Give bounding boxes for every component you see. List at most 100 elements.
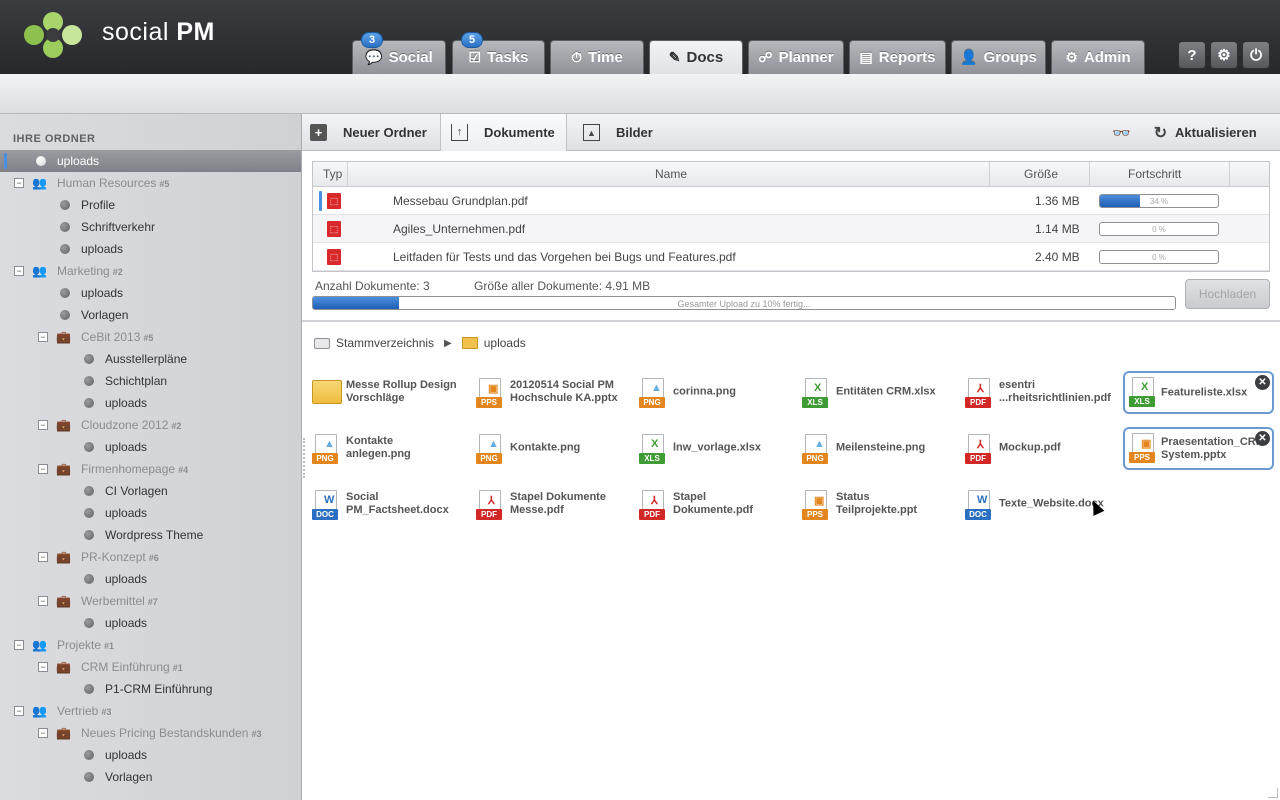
file-item[interactable]: ▣ PPS Praesentation_CRM-System.pptx ✕ [1123, 427, 1274, 470]
sidebar-item[interactable]: Schriftverkehr [0, 216, 301, 238]
sidebar-item[interactable]: Profile [0, 194, 301, 216]
sidebar-item[interactable]: uploads [0, 744, 301, 766]
sidebar-item[interactable]: − 💼 Neues Pricing Bestandskunden #3 [0, 722, 301, 744]
file-item[interactable]: ⅄ PDF Stapel Dokumente Messe.pdf [476, 484, 626, 524]
file-item[interactable]: ▣ PPS 20120514 Social PM Hochschule KA.ppt… [476, 372, 626, 412]
file-item[interactable]: ⅄ PDF esentri ...rheitsrichtlinien.pdf [965, 372, 1115, 412]
group-icon: 👥 [32, 638, 47, 652]
sidebar-item[interactable]: − 💼 Cloudzone 2012 #2 [0, 414, 301, 436]
close-icon[interactable]: ✕ [1255, 431, 1270, 446]
collapse-toggle-icon[interactable]: − [38, 596, 48, 606]
sidebar-item[interactable]: uploads [0, 436, 301, 458]
pdf-file-icon: ⅄ PDF [639, 490, 666, 520]
file-item[interactable]: X XLS Entitäten CRM.xlsx [802, 372, 952, 412]
sidebar-item[interactable]: Wordpress Theme [0, 524, 301, 546]
new-folder-button[interactable]: + Neuer Ordner [310, 114, 437, 151]
file-item[interactable]: X XLS lnw_vorlage.xlsx [639, 428, 789, 468]
settings-button[interactable]: ⚙ [1210, 41, 1238, 69]
sidebar-item[interactable]: − 💼 CRM Einführung #1 [0, 656, 301, 678]
collapse-toggle-icon[interactable]: − [38, 552, 48, 562]
file-item[interactable]: W DOC Social PM_Factsheet.docx [312, 484, 462, 524]
folder-bullet-icon [84, 354, 94, 364]
tab-time[interactable]: ⏱ Time [550, 40, 644, 74]
folder-bullet-icon [84, 486, 94, 496]
sidebar-item[interactable]: Vorlagen [0, 304, 301, 326]
tab-groups[interactable]: 👤 Groups [951, 40, 1046, 74]
sidebar-item[interactable]: uploads [0, 502, 301, 524]
collapse-toggle-icon[interactable]: − [14, 266, 24, 276]
sidebar-item-count: #3 [101, 707, 112, 717]
sidebar-item[interactable]: − 💼 PR-Konzept #6 [0, 546, 301, 568]
plus-icon: + [310, 124, 327, 141]
tab-docs[interactable]: ✎ Docs [649, 40, 743, 74]
tab-documents[interactable]: ↑ Dokumente [440, 114, 567, 151]
sidebar-item[interactable]: − 👥 Human Resources #5 [0, 172, 301, 194]
sidebar-item[interactable]: − 👥 Marketing #2 [0, 260, 301, 282]
file-name: 20120514 Social PM Hochschule KA.pptx [510, 379, 618, 404]
sidebar-item-label: uploads [81, 286, 124, 300]
collapse-toggle-icon[interactable]: − [14, 640, 24, 650]
file-item[interactable]: X XLS Featureliste.xlsx ✕ [1123, 371, 1274, 414]
sidebar-item-count: #2 [112, 267, 123, 277]
view-toggle-button[interactable]: 👓 [1112, 114, 1131, 151]
sidebar-item-count: #1 [172, 663, 183, 673]
window-resize-handle[interactable] [1268, 788, 1278, 798]
file-item[interactable]: ⅄ PDF Mockup.pdf [965, 428, 1115, 468]
sidebar-item[interactable]: uploads [0, 612, 301, 634]
help-button[interactable]: ? [1178, 41, 1206, 69]
upload-file-size: 1.36 MB [1035, 194, 1080, 208]
folder-icon [461, 337, 478, 349]
sidebar-item[interactable]: uploads [0, 392, 301, 414]
collapse-toggle-icon[interactable]: − [38, 464, 48, 474]
sidebar-item[interactable]: Ausstellerpläne [0, 348, 301, 370]
sidebar-item[interactable]: Schichtplan [0, 370, 301, 392]
resize-grip[interactable] [303, 438, 309, 478]
tab-admin[interactable]: ⚙ Admin [1051, 40, 1145, 74]
folder-bullet-icon [60, 288, 70, 298]
sidebar-item[interactable]: − 💼 Werbemittel #7 [0, 590, 301, 612]
collapse-toggle-icon[interactable]: − [14, 706, 24, 716]
sidebar-item[interactable]: uploads [0, 150, 301, 172]
tab-social[interactable]: 3 💬 Social [352, 32, 446, 74]
breadcrumb-root[interactable]: Stammverzeichnis [336, 336, 434, 350]
collapse-toggle-icon[interactable]: − [14, 178, 24, 188]
pdf-file-icon: ⬚ [327, 249, 341, 265]
logout-button[interactable]: ⏻ [1242, 41, 1270, 69]
file-item[interactable]: Messe Rollup Design Vorschläge [312, 372, 462, 412]
presentation-icon: ▤ [859, 49, 873, 65]
file-item[interactable]: ▣ PPS Status Teilprojekte.ppt [802, 484, 952, 524]
collapse-toggle-icon[interactable]: − [38, 728, 48, 738]
refresh-button[interactable]: ↻ Aktualisieren [1152, 114, 1257, 151]
sidebar-item[interactable]: uploads [0, 282, 301, 304]
file-item[interactable]: ▲ PNG Meilensteine.png [802, 428, 952, 468]
close-icon[interactable]: ✕ [1255, 375, 1270, 390]
sidebar-item[interactable]: Vorlagen [0, 766, 301, 788]
sidebar-item-count: #6 [148, 553, 159, 563]
tab-groups-label: Groups [983, 49, 1037, 66]
sidebar-item[interactable]: uploads [0, 568, 301, 590]
sidebar-item[interactable]: P1-CRM Einführung [0, 678, 301, 700]
table-row[interactable]: ⬚ Agiles_Unternehmen.pdf 1.14 MB 0 % [313, 215, 1269, 243]
sidebar-item[interactable]: − 💼 Firmenhomepage #4 [0, 458, 301, 480]
upload-button[interactable]: Hochladen [1185, 279, 1270, 309]
table-row[interactable]: ⬚ Leitfaden für Tests und das Vorgehen be… [313, 243, 1269, 271]
collapse-toggle-icon[interactable]: − [38, 420, 48, 430]
collapse-toggle-icon[interactable]: − [38, 662, 48, 672]
file-item[interactable]: ⅄ PDF Stapel Dokumente.pdf [639, 484, 789, 524]
sidebar-item[interactable]: − 👥 Projekte #1 [0, 634, 301, 656]
tab-reports[interactable]: ▤ Reports [849, 40, 946, 74]
file-item[interactable]: ▲ PNG corinna.png [639, 372, 789, 412]
tab-tasks[interactable]: 5 ☑ Tasks [452, 32, 545, 74]
file-item[interactable]: ▲ PNG Kontakte.png [476, 428, 626, 468]
sidebar-item[interactable]: − 💼 CeBit 2013 #5 [0, 326, 301, 348]
collapse-toggle-icon[interactable]: − [38, 332, 48, 342]
sidebar-item-label: uploads [105, 616, 148, 630]
tab-images[interactable]: ▲ Bilder [583, 114, 653, 151]
sidebar-item[interactable]: uploads [0, 238, 301, 260]
table-row[interactable]: ⬚ Messebau Grundplan.pdf 1.36 MB 34 % [313, 187, 1269, 215]
sidebar-item[interactable]: CI Vorlagen [0, 480, 301, 502]
breadcrumb-current[interactable]: uploads [484, 336, 526, 350]
tab-planner[interactable]: ☍ Planner [748, 40, 844, 74]
file-item[interactable]: ▲ PNG Kontakte anlegen.png [312, 428, 462, 468]
sidebar-item[interactable]: − 👥 Vertrieb #3 [0, 700, 301, 722]
